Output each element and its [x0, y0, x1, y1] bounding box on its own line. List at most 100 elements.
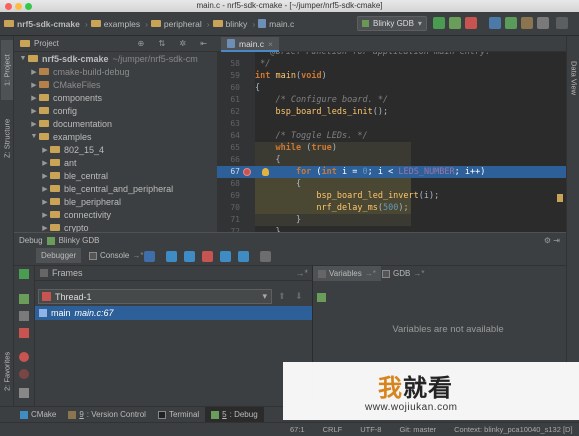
- code-editor[interactable]: * @brief Function for application main e…: [255, 52, 566, 232]
- debug-icon[interactable]: [449, 17, 461, 29]
- code-line[interactable]: bsp_board_leds_init();: [255, 106, 388, 118]
- pause-icon[interactable]: [19, 311, 29, 321]
- down-arrow-icon[interactable]: ⬇: [295, 291, 303, 302]
- mute-breakpoints-icon[interactable]: [19, 369, 29, 379]
- tree-item[interactable]: ▶ crypto: [14, 221, 217, 233]
- intention-bulb-icon[interactable]: [262, 168, 269, 176]
- step-over-icon[interactable]: [166, 251, 177, 262]
- rerun-icon[interactable]: [19, 269, 29, 279]
- collapsed-arrow-icon[interactable]: ▶: [40, 198, 50, 206]
- force-step-into-icon[interactable]: [202, 251, 213, 262]
- collapsed-arrow-icon[interactable]: ▶: [29, 68, 39, 76]
- resume-icon[interactable]: [19, 294, 29, 304]
- line-separator[interactable]: CRLF: [323, 425, 343, 434]
- tab-data-view[interactable]: Data View: [568, 50, 579, 106]
- tab-version-control[interactable]: 9: Version Control: [62, 407, 152, 423]
- code-line[interactable]: for (int i = 0; i < LEDS_NUMBER; i++): [255, 166, 485, 178]
- code-line[interactable]: {: [255, 82, 260, 94]
- frame-row-main[interactable]: main main.c:67: [35, 306, 312, 320]
- evaluate-expression-icon[interactable]: [260, 251, 271, 262]
- tab-main-c[interactable]: main.c ×: [221, 37, 280, 52]
- breadcrumb-examples[interactable]: examples ›: [90, 19, 148, 29]
- git-branch[interactable]: Git: master: [399, 425, 436, 434]
- scroll-marker[interactable]: [557, 194, 563, 202]
- breadcrumb-file[interactable]: main.c: [258, 19, 294, 29]
- tree-item[interactable]: ▶ ble_central_and_peripheral: [14, 182, 217, 195]
- code-line[interactable]: }: [255, 214, 301, 226]
- thread-select[interactable]: Thread-1 ▾: [38, 289, 272, 304]
- run-to-cursor-icon[interactable]: [238, 251, 249, 262]
- collapsed-arrow-icon[interactable]: ▶: [40, 146, 50, 154]
- breadcrumb-blinky[interactable]: blinky ›: [212, 19, 255, 29]
- tab-console[interactable]: Console →*: [84, 248, 148, 263]
- collapsed-arrow-icon[interactable]: ▶: [29, 120, 39, 128]
- collapsed-arrow-icon[interactable]: ▶: [40, 172, 50, 180]
- cursor-position[interactable]: 67:1: [290, 425, 305, 434]
- tree-item[interactable]: ▼ nrf5-sdk-cmake ~/jumper/nrf5-sdk-cm: [14, 52, 217, 65]
- collapsed-arrow-icon[interactable]: ▶: [40, 159, 50, 167]
- code-line[interactable]: */: [255, 58, 270, 70]
- show-execution-point-icon[interactable]: [144, 251, 155, 262]
- run-configuration-select[interactable]: Blinky GDB ▾: [357, 16, 427, 31]
- tab-gdb[interactable]: GDB →*: [377, 266, 429, 281]
- view-breakpoints-icon[interactable]: [19, 352, 29, 362]
- tab-structure[interactable]: Z: Structure: [1, 108, 13, 168]
- revert-icon[interactable]: [537, 17, 549, 29]
- collapsed-arrow-icon[interactable]: ▶: [40, 224, 50, 232]
- code-line[interactable]: nrf_delay_ms(500);: [255, 202, 408, 214]
- new-watch-icon[interactable]: [317, 293, 326, 302]
- tree-item[interactable]: ▶ connectivity: [14, 208, 217, 221]
- collapsed-arrow-icon[interactable]: ▶: [40, 211, 50, 219]
- close-tab-icon[interactable]: ×: [268, 39, 273, 49]
- panel-actions[interactable]: ⊕ ⇅ ✲ ⇤: [138, 39, 213, 48]
- tab-terminal[interactable]: Terminal: [152, 407, 205, 423]
- code-line[interactable]: /* Toggle LEDs. */: [255, 130, 367, 142]
- code-line[interactable]: /* Configure board. */: [255, 94, 388, 106]
- code-line[interactable]: while (true): [255, 142, 336, 154]
- maximize-window-button[interactable]: [25, 3, 32, 10]
- run-icon[interactable]: [433, 17, 445, 29]
- tree-item[interactable]: ▶ config: [14, 104, 217, 117]
- breakpoint-icon[interactable]: [243, 168, 251, 176]
- search-everywhere-icon[interactable]: [556, 17, 568, 29]
- up-arrow-icon[interactable]: ⬆: [278, 291, 286, 302]
- code-line[interactable]: int main(void): [255, 70, 327, 82]
- tab-debug[interactable]: 5: Debug: [205, 406, 264, 423]
- vcs-commit-icon[interactable]: [505, 17, 517, 29]
- minimize-window-button[interactable]: [15, 3, 22, 10]
- tree-item[interactable]: ▶ documentation: [14, 117, 217, 130]
- resolve-context[interactable]: Context: blinky_pca10040_s132 [D]: [454, 425, 572, 434]
- stop-icon[interactable]: [19, 328, 29, 338]
- tree-item[interactable]: ▶ components: [14, 91, 217, 104]
- code-line[interactable]: {: [255, 178, 301, 190]
- tree-item[interactable]: ▶ ble_central: [14, 169, 217, 182]
- collapsed-arrow-icon[interactable]: ▶: [40, 185, 50, 193]
- tab-variables[interactable]: Variables →*: [313, 266, 381, 281]
- collapsed-arrow-icon[interactable]: ▶: [29, 94, 39, 102]
- step-out-icon[interactable]: [220, 251, 231, 262]
- settings-icon[interactable]: [19, 388, 29, 398]
- tab-project[interactable]: 1: Project: [1, 40, 13, 100]
- tab-debugger[interactable]: Debugger: [36, 248, 82, 263]
- collapsed-arrow-icon[interactable]: ▶: [29, 107, 39, 115]
- tab-favorites[interactable]: 2: Favorites: [1, 342, 13, 400]
- tree-item[interactable]: ▶ cmake-build-debug: [14, 65, 217, 78]
- code-line[interactable]: {: [255, 154, 280, 166]
- tree-item[interactable]: ▶ ant: [14, 156, 217, 169]
- expanded-arrow-icon[interactable]: ▼: [29, 133, 39, 140]
- code-line[interactable]: * @brief Function for application main e…: [255, 52, 490, 58]
- collapsed-arrow-icon[interactable]: ▶: [29, 81, 39, 89]
- tree-item[interactable]: ▼ examples: [14, 130, 217, 143]
- tab-cmake[interactable]: CMake: [14, 407, 62, 423]
- breadcrumb-peripheral[interactable]: peripheral ›: [150, 19, 210, 29]
- editor-gutter[interactable]: 58596061626364656667686970717273: [217, 52, 255, 248]
- expanded-arrow-icon[interactable]: ▼: [18, 55, 28, 62]
- history-icon[interactable]: [521, 17, 533, 29]
- tree-item[interactable]: ▶ CMakeFiles: [14, 78, 217, 91]
- stop-icon[interactable]: [465, 17, 477, 29]
- code-line[interactable]: bsp_board_led_invert(i);: [255, 190, 439, 202]
- close-window-button[interactable]: [5, 3, 12, 10]
- step-into-icon[interactable]: [184, 251, 195, 262]
- tree-item[interactable]: ▶ 802_15_4: [14, 143, 217, 156]
- vcs-update-icon[interactable]: [489, 17, 501, 29]
